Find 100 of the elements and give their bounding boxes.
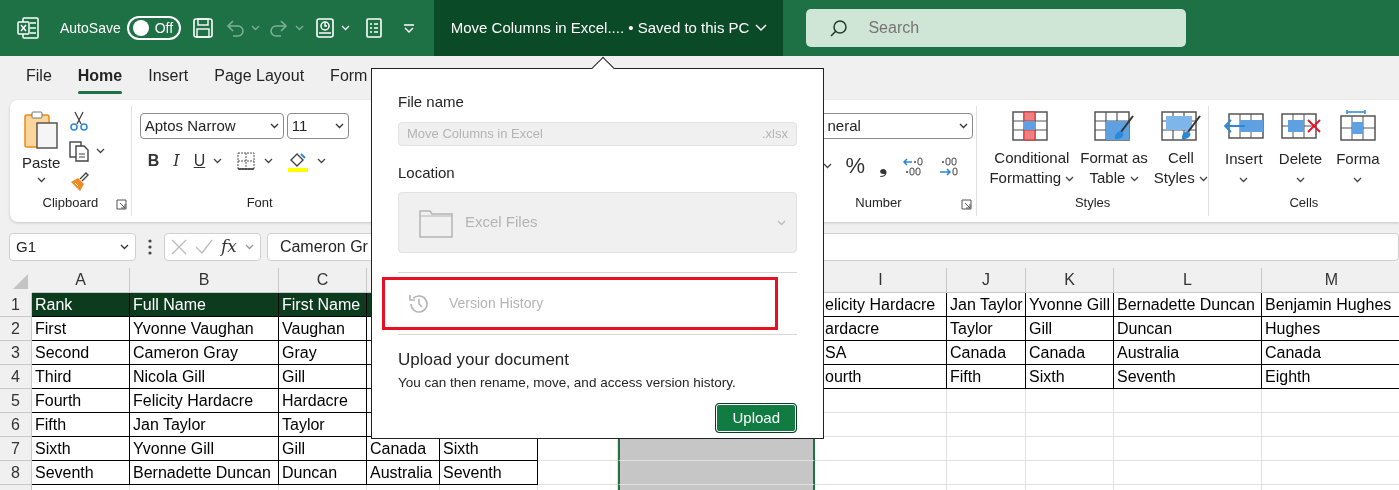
name-box[interactable]: G1 — [9, 233, 136, 261]
caret-icon — [777, 219, 786, 226]
table-cell: Sixth — [1026, 365, 1114, 389]
document-title[interactable]: Move Columns in Excel.... • Saved to this PC — [433, 0, 784, 56]
table-cell: Vaughan — [279, 317, 367, 341]
ribbon-tab[interactable]: Form — [317, 58, 381, 96]
table-cell: Canada — [1262, 341, 1399, 365]
table-cell: Fifth — [32, 413, 130, 437]
increase-decimal-icon[interactable] — [902, 154, 925, 177]
row-header: 8 — [0, 461, 32, 485]
table-cell: Canada — [1026, 341, 1114, 365]
number-format-button[interactable]: % — [845, 149, 866, 182]
column-header[interactable]: K — [1026, 268, 1114, 293]
number-format-button[interactable]: ❟ — [879, 149, 889, 182]
ribbon-command[interactable]: Format as Table — [1080, 110, 1148, 193]
caret-icon — [1198, 176, 1208, 183]
ribbon-tab[interactable]: File — [13, 58, 65, 96]
column-header[interactable]: M — [1262, 268, 1399, 293]
clipboard-icon — [23, 110, 60, 150]
autosave-label: AutoSave — [60, 18, 121, 38]
table-cell: Jan Taylor — [947, 293, 1026, 317]
launcher-icon[interactable] — [961, 199, 973, 210]
caret-icon[interactable] — [96, 148, 106, 154]
table-cell: Fourth — [32, 389, 130, 413]
table-cell: Eighth — [1262, 365, 1399, 389]
table-cell: Third — [32, 365, 130, 389]
ribbon-tab[interactable]: Home — [64, 58, 136, 96]
scissors-icon[interactable] — [68, 110, 91, 132]
table-cell: Australia — [1114, 341, 1262, 365]
ribbon-tab[interactable]: Page Layout — [201, 58, 318, 96]
bold-button[interactable]: B — [147, 149, 160, 173]
search-icon — [830, 19, 849, 37]
column-header[interactable]: B — [130, 268, 279, 293]
caret-icon — [1239, 176, 1249, 183]
italic-button[interactable]: I — [173, 149, 180, 173]
table-cell: Seventh — [1114, 365, 1262, 389]
ribbon-tab[interactable]: Insert — [135, 58, 202, 96]
borders-icon[interactable] — [236, 151, 257, 171]
checkmark-icon[interactable] — [195, 239, 213, 255]
ribbon-command[interactable]: Insert — [1222, 110, 1265, 193]
underline-button[interactable]: U — [193, 149, 206, 173]
row-header: 7 — [0, 437, 32, 461]
caret-icon — [1129, 176, 1139, 183]
save-icon[interactable] — [191, 17, 214, 39]
ribbon-command[interactable]: Cell Styles — [1153, 110, 1208, 193]
table-cell: Fifth — [947, 365, 1026, 389]
table-cell: Taylor — [279, 413, 367, 437]
caret-icon[interactable] — [213, 158, 223, 164]
row-header: 3 — [0, 341, 32, 365]
table-cell: Yvonne Gill — [1026, 293, 1114, 317]
more-options-icon[interactable] — [148, 239, 152, 255]
table-cell: Nicola Gill — [130, 365, 279, 389]
search-field[interactable]: Search — [806, 9, 1187, 47]
table-brush-icon — [1093, 110, 1136, 144]
table-cell: Gill — [279, 437, 367, 461]
decrease-decimal-icon[interactable] — [938, 154, 961, 177]
spreadsheet-logo-icon[interactable] — [16, 16, 40, 40]
caret-icon — [1296, 176, 1305, 183]
group-label: Number — [855, 193, 902, 212]
table-cell: Canada — [947, 341, 1026, 365]
caret-icon[interactable] — [317, 158, 327, 164]
caret-icon — [334, 123, 344, 129]
column-header[interactable]: L — [1114, 268, 1262, 293]
table-cell: Second — [32, 341, 130, 365]
upload-button[interactable]: Upload — [715, 402, 797, 434]
chevron-down-icon — [755, 24, 768, 32]
book-icon[interactable] — [313, 17, 336, 39]
ribbon-command[interactable]: Forma — [1336, 110, 1380, 193]
table-cell: Benjamin Hughes — [1262, 293, 1399, 317]
launcher-icon[interactable] — [115, 199, 127, 210]
table-cell: Bernadette Duncan — [130, 461, 279, 485]
row-header: 5 — [0, 389, 32, 413]
delete-cells-icon — [1279, 110, 1322, 142]
table-cell: Yvonne Vaughan — [130, 317, 279, 341]
table-cell: Sixth — [32, 437, 130, 461]
fill-color-icon[interactable] — [287, 150, 310, 172]
table-cell: Cameron Gray — [130, 341, 279, 365]
ribbon-command[interactable]: Delete — [1278, 110, 1323, 193]
ribbon-command[interactable]: Conditional Formatting — [989, 110, 1075, 193]
font-name-select[interactable]: Aptos Narrow — [139, 113, 284, 139]
caret-icon[interactable] — [264, 158, 274, 164]
table-cell: Rank — [32, 293, 130, 317]
table-cell: Jan Taylor — [130, 413, 279, 437]
table-cell: Hardacre — [279, 389, 367, 413]
group-label: Font — [246, 193, 273, 212]
paste-button[interactable]: Paste — [22, 106, 61, 193]
table-cell: Gill — [1026, 317, 1114, 341]
folder-icon — [419, 207, 453, 238]
column-header[interactable]: C — [279, 268, 367, 293]
copy-icon[interactable] — [68, 140, 91, 162]
column-header[interactable]: J — [947, 268, 1026, 293]
caret-icon — [269, 123, 279, 129]
autosave-toggle[interactable]: Off — [126, 16, 181, 40]
upload-description: You can then rename, move, and access version history. — [398, 373, 737, 392]
table-cell: Bernadette Duncan — [1114, 293, 1262, 317]
font-size-select[interactable]: 11 — [286, 113, 349, 139]
column-header[interactable]: A — [32, 268, 130, 293]
table-cell: Duncan — [1114, 317, 1262, 341]
insert-function-button[interactable]: fx — [221, 234, 237, 260]
caret-icon — [1353, 176, 1363, 183]
